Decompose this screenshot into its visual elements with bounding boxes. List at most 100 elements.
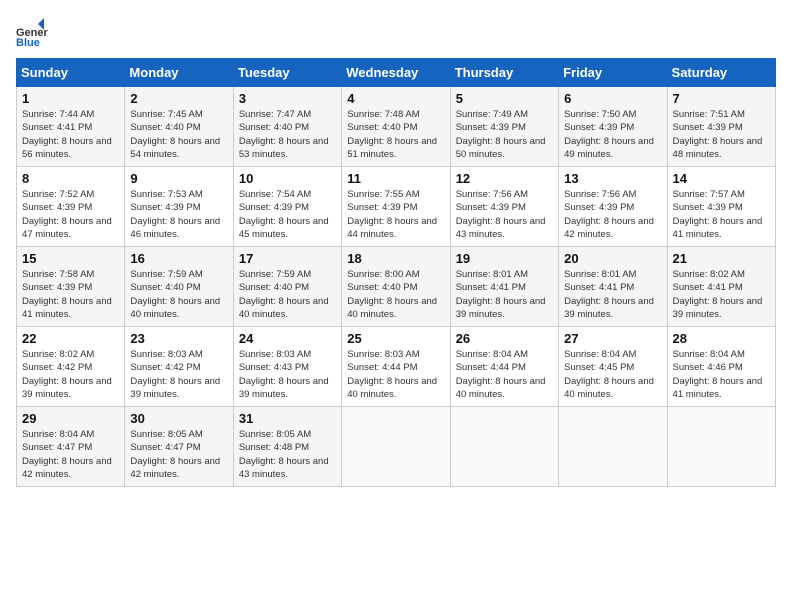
day-info: Sunrise: 7:44 AM Sunset: 4:41 PM Dayligh…: [22, 108, 119, 161]
weekday-header: Sunday: [17, 59, 125, 87]
day-info: Sunrise: 7:56 AM Sunset: 4:39 PM Dayligh…: [564, 188, 661, 241]
day-info: Sunrise: 7:54 AM Sunset: 4:39 PM Dayligh…: [239, 188, 336, 241]
empty-day-cell: [342, 407, 450, 487]
logo: General Blue: [16, 16, 52, 48]
day-cell: 5 Sunrise: 7:49 AM Sunset: 4:39 PM Dayli…: [450, 87, 558, 167]
empty-day-cell: [450, 407, 558, 487]
day-number: 3: [239, 91, 336, 106]
page-header: General Blue: [16, 16, 776, 48]
day-info: Sunrise: 8:04 AM Sunset: 4:44 PM Dayligh…: [456, 348, 553, 401]
day-info: Sunrise: 8:04 AM Sunset: 4:47 PM Dayligh…: [22, 428, 119, 481]
day-info: Sunrise: 7:59 AM Sunset: 4:40 PM Dayligh…: [239, 268, 336, 321]
day-cell: 22 Sunrise: 8:02 AM Sunset: 4:42 PM Dayl…: [17, 327, 125, 407]
day-cell: 3 Sunrise: 7:47 AM Sunset: 4:40 PM Dayli…: [233, 87, 341, 167]
day-number: 29: [22, 411, 119, 426]
day-number: 8: [22, 171, 119, 186]
day-number: 22: [22, 331, 119, 346]
day-info: Sunrise: 8:04 AM Sunset: 4:46 PM Dayligh…: [673, 348, 770, 401]
weekday-header: Wednesday: [342, 59, 450, 87]
weekday-header: Friday: [559, 59, 667, 87]
day-cell: 2 Sunrise: 7:45 AM Sunset: 4:40 PM Dayli…: [125, 87, 233, 167]
day-info: Sunrise: 8:00 AM Sunset: 4:40 PM Dayligh…: [347, 268, 444, 321]
weekday-header: Saturday: [667, 59, 775, 87]
day-number: 16: [130, 251, 227, 266]
day-cell: 26 Sunrise: 8:04 AM Sunset: 4:44 PM Dayl…: [450, 327, 558, 407]
day-cell: 18 Sunrise: 8:00 AM Sunset: 4:40 PM Dayl…: [342, 247, 450, 327]
day-number: 14: [673, 171, 770, 186]
day-info: Sunrise: 8:03 AM Sunset: 4:43 PM Dayligh…: [239, 348, 336, 401]
day-number: 11: [347, 171, 444, 186]
day-info: Sunrise: 7:47 AM Sunset: 4:40 PM Dayligh…: [239, 108, 336, 161]
day-info: Sunrise: 7:58 AM Sunset: 4:39 PM Dayligh…: [22, 268, 119, 321]
day-cell: 28 Sunrise: 8:04 AM Sunset: 4:46 PM Dayl…: [667, 327, 775, 407]
day-cell: 15 Sunrise: 7:58 AM Sunset: 4:39 PM Dayl…: [17, 247, 125, 327]
day-info: Sunrise: 7:53 AM Sunset: 4:39 PM Dayligh…: [130, 188, 227, 241]
day-cell: 17 Sunrise: 7:59 AM Sunset: 4:40 PM Dayl…: [233, 247, 341, 327]
day-number: 6: [564, 91, 661, 106]
day-cell: 29 Sunrise: 8:04 AM Sunset: 4:47 PM Dayl…: [17, 407, 125, 487]
day-info: Sunrise: 8:03 AM Sunset: 4:44 PM Dayligh…: [347, 348, 444, 401]
day-cell: 27 Sunrise: 8:04 AM Sunset: 4:45 PM Dayl…: [559, 327, 667, 407]
day-number: 15: [22, 251, 119, 266]
weekday-header: Thursday: [450, 59, 558, 87]
day-cell: 11 Sunrise: 7:55 AM Sunset: 4:39 PM Dayl…: [342, 167, 450, 247]
day-info: Sunrise: 8:01 AM Sunset: 4:41 PM Dayligh…: [564, 268, 661, 321]
day-info: Sunrise: 7:45 AM Sunset: 4:40 PM Dayligh…: [130, 108, 227, 161]
day-info: Sunrise: 8:03 AM Sunset: 4:42 PM Dayligh…: [130, 348, 227, 401]
weekday-header: Monday: [125, 59, 233, 87]
day-number: 2: [130, 91, 227, 106]
day-number: 26: [456, 331, 553, 346]
day-info: Sunrise: 8:05 AM Sunset: 4:47 PM Dayligh…: [130, 428, 227, 481]
day-number: 31: [239, 411, 336, 426]
calendar-table: SundayMondayTuesdayWednesdayThursdayFrid…: [16, 58, 776, 487]
day-cell: 24 Sunrise: 8:03 AM Sunset: 4:43 PM Dayl…: [233, 327, 341, 407]
day-info: Sunrise: 7:51 AM Sunset: 4:39 PM Dayligh…: [673, 108, 770, 161]
calendar-week-row: 22 Sunrise: 8:02 AM Sunset: 4:42 PM Dayl…: [17, 327, 776, 407]
empty-day-cell: [667, 407, 775, 487]
day-number: 28: [673, 331, 770, 346]
empty-day-cell: [559, 407, 667, 487]
day-cell: 10 Sunrise: 7:54 AM Sunset: 4:39 PM Dayl…: [233, 167, 341, 247]
day-info: Sunrise: 7:52 AM Sunset: 4:39 PM Dayligh…: [22, 188, 119, 241]
day-info: Sunrise: 7:57 AM Sunset: 4:39 PM Dayligh…: [673, 188, 770, 241]
calendar-week-row: 1 Sunrise: 7:44 AM Sunset: 4:41 PM Dayli…: [17, 87, 776, 167]
day-info: Sunrise: 7:49 AM Sunset: 4:39 PM Dayligh…: [456, 108, 553, 161]
day-number: 25: [347, 331, 444, 346]
day-cell: 13 Sunrise: 7:56 AM Sunset: 4:39 PM Dayl…: [559, 167, 667, 247]
day-info: Sunrise: 7:55 AM Sunset: 4:39 PM Dayligh…: [347, 188, 444, 241]
day-cell: 6 Sunrise: 7:50 AM Sunset: 4:39 PM Dayli…: [559, 87, 667, 167]
day-cell: 21 Sunrise: 8:02 AM Sunset: 4:41 PM Dayl…: [667, 247, 775, 327]
day-number: 27: [564, 331, 661, 346]
day-info: Sunrise: 7:56 AM Sunset: 4:39 PM Dayligh…: [456, 188, 553, 241]
day-number: 21: [673, 251, 770, 266]
day-info: Sunrise: 7:59 AM Sunset: 4:40 PM Dayligh…: [130, 268, 227, 321]
day-info: Sunrise: 8:05 AM Sunset: 4:48 PM Dayligh…: [239, 428, 336, 481]
calendar-header-row: SundayMondayTuesdayWednesdayThursdayFrid…: [17, 59, 776, 87]
day-number: 17: [239, 251, 336, 266]
day-cell: 20 Sunrise: 8:01 AM Sunset: 4:41 PM Dayl…: [559, 247, 667, 327]
day-cell: 23 Sunrise: 8:03 AM Sunset: 4:42 PM Dayl…: [125, 327, 233, 407]
day-number: 20: [564, 251, 661, 266]
day-cell: 7 Sunrise: 7:51 AM Sunset: 4:39 PM Dayli…: [667, 87, 775, 167]
day-number: 23: [130, 331, 227, 346]
day-number: 10: [239, 171, 336, 186]
day-cell: 1 Sunrise: 7:44 AM Sunset: 4:41 PM Dayli…: [17, 87, 125, 167]
day-info: Sunrise: 7:50 AM Sunset: 4:39 PM Dayligh…: [564, 108, 661, 161]
day-cell: 12 Sunrise: 7:56 AM Sunset: 4:39 PM Dayl…: [450, 167, 558, 247]
day-number: 4: [347, 91, 444, 106]
day-number: 19: [456, 251, 553, 266]
day-cell: 19 Sunrise: 8:01 AM Sunset: 4:41 PM Dayl…: [450, 247, 558, 327]
day-cell: 16 Sunrise: 7:59 AM Sunset: 4:40 PM Dayl…: [125, 247, 233, 327]
day-number: 18: [347, 251, 444, 266]
day-cell: 25 Sunrise: 8:03 AM Sunset: 4:44 PM Dayl…: [342, 327, 450, 407]
day-info: Sunrise: 8:02 AM Sunset: 4:41 PM Dayligh…: [673, 268, 770, 321]
day-number: 7: [673, 91, 770, 106]
svg-text:Blue: Blue: [16, 37, 40, 48]
day-number: 24: [239, 331, 336, 346]
calendar-week-row: 29 Sunrise: 8:04 AM Sunset: 4:47 PM Dayl…: [17, 407, 776, 487]
day-info: Sunrise: 8:02 AM Sunset: 4:42 PM Dayligh…: [22, 348, 119, 401]
day-number: 9: [130, 171, 227, 186]
day-info: Sunrise: 8:01 AM Sunset: 4:41 PM Dayligh…: [456, 268, 553, 321]
weekday-header: Tuesday: [233, 59, 341, 87]
day-cell: 9 Sunrise: 7:53 AM Sunset: 4:39 PM Dayli…: [125, 167, 233, 247]
